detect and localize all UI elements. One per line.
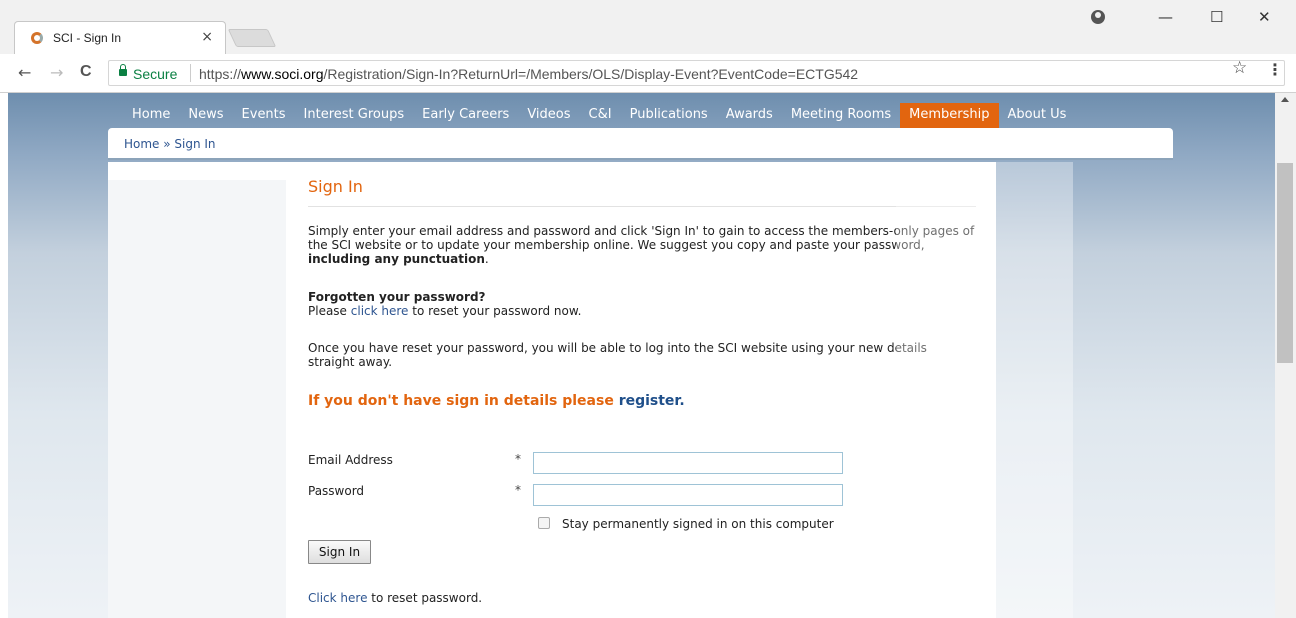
stay-signed-in-checkbox[interactable] (538, 517, 550, 529)
browser-menu-icon[interactable]: ⋮ (1267, 60, 1283, 79)
url-domain: www.soci.org (241, 66, 324, 82)
nav-item-interest-groups[interactable]: Interest Groups (295, 103, 414, 128)
reload-icon[interactable]: C (80, 63, 92, 81)
breadcrumb[interactable]: Home » Sign In (124, 137, 216, 151)
page-title: Sign In (308, 177, 363, 196)
breadcrumb-bar: Home » Sign In (108, 128, 1173, 160)
nav-item-about-us[interactable]: About Us (999, 103, 1076, 128)
reset-password-line: Click here to reset password. (308, 591, 482, 605)
reset-password-link[interactable]: Click here (308, 591, 367, 605)
scroll-up-arrow-icon[interactable] (1281, 97, 1289, 102)
title-divider (308, 206, 976, 207)
nav-item-c-and-i[interactable]: C&I (580, 103, 621, 128)
profile-icon[interactable] (1091, 10, 1105, 24)
reset-password-text: to reset password. (367, 591, 483, 605)
url-separator (190, 64, 191, 82)
forgot-post: to reset your password now. (408, 304, 582, 318)
browser-titlebar: SCI - Sign In × — ☐ ✕ (0, 0, 1296, 54)
forward-icon[interactable]: → (50, 63, 63, 82)
maximize-icon[interactable]: ☐ (1210, 8, 1223, 26)
main-nav: Home News Events Interest Groups Early C… (123, 103, 1075, 128)
nav-item-news[interactable]: News (179, 103, 232, 128)
nav-item-awards[interactable]: Awards (717, 103, 782, 128)
register-link[interactable]: register (619, 393, 680, 409)
email-required-mark: * (515, 452, 521, 466)
nav-item-early-careers[interactable]: Early Careers (413, 103, 518, 128)
email-label: Email Address (308, 453, 393, 467)
url-text[interactable]: https://www.soci.org/Registration/Sign-I… (199, 66, 858, 82)
page-viewport: Home News Events Interest Groups Early C… (8, 93, 1275, 618)
password-required-mark: * (515, 483, 521, 497)
left-column-panel (108, 180, 286, 618)
url-prefix: https:// (199, 66, 242, 82)
forgot-section: Forgotten your password? Please click he… (308, 290, 976, 318)
close-window-icon[interactable]: ✕ (1258, 8, 1271, 26)
intro-paragraph: Simply enter your email address and pass… (308, 224, 976, 266)
intro-text: Simply enter your email address and pass… (308, 224, 975, 252)
browser-tab[interactable]: SCI - Sign In × (14, 21, 226, 54)
url-path: /Registration/Sign-In?ReturnUrl=/Members… (323, 66, 859, 82)
nav-item-videos[interactable]: Videos (518, 103, 579, 128)
page-body: Sign In Simply enter your email address … (108, 162, 996, 618)
forgot-heading: Forgotten your password? (308, 290, 486, 304)
password-label: Password (308, 484, 365, 498)
intro-end: . (484, 252, 489, 266)
nav-item-events[interactable]: Events (233, 103, 295, 128)
tab-title: SCI - Sign In (53, 31, 122, 45)
bookmark-star-icon[interactable]: ☆ (1232, 58, 1247, 78)
secure-label: Secure (133, 66, 178, 82)
email-field[interactable] (533, 452, 843, 474)
forgot-pre: Please (308, 304, 351, 318)
window-left-edge (0, 93, 8, 618)
sign-in-button[interactable]: Sign In (308, 540, 371, 564)
new-tab-button[interactable] (227, 29, 277, 47)
browser-toolbar: ← → C Secure https://www.soci.org/Regist… (0, 54, 1296, 93)
scroll-thumb[interactable] (1277, 163, 1293, 363)
register-prompt-end: . (679, 393, 685, 409)
password-field[interactable] (533, 484, 843, 506)
intro-bold: including any punctuation (308, 252, 485, 266)
tab-close-icon[interactable]: × (201, 29, 213, 45)
page-scrollbar[interactable] (1275, 93, 1296, 618)
nav-item-meeting-rooms[interactable]: Meeting Rooms (782, 103, 900, 128)
register-prompt-text: If you don't have sign in details please (308, 393, 619, 409)
right-column (896, 162, 1073, 618)
address-bar[interactable]: Secure https://www.soci.org/Registration… (108, 60, 1285, 86)
lock-icon (119, 64, 127, 76)
forgot-click-here-link[interactable]: click here (351, 304, 409, 318)
stay-signed-in-label[interactable]: Stay permanently signed in on this compu… (562, 517, 834, 531)
minimize-icon[interactable]: — (1158, 8, 1173, 26)
back-icon[interactable]: ← (18, 63, 31, 82)
nav-item-home[interactable]: Home (123, 103, 179, 128)
register-prompt: If you don't have sign in details please… (308, 393, 685, 409)
nav-item-publications[interactable]: Publications (621, 103, 717, 128)
left-column (108, 162, 286, 618)
nav-item-membership[interactable]: Membership (900, 103, 999, 128)
site-favicon-icon (31, 32, 43, 44)
reset-note: Once you have reset your password, you w… (308, 341, 927, 369)
